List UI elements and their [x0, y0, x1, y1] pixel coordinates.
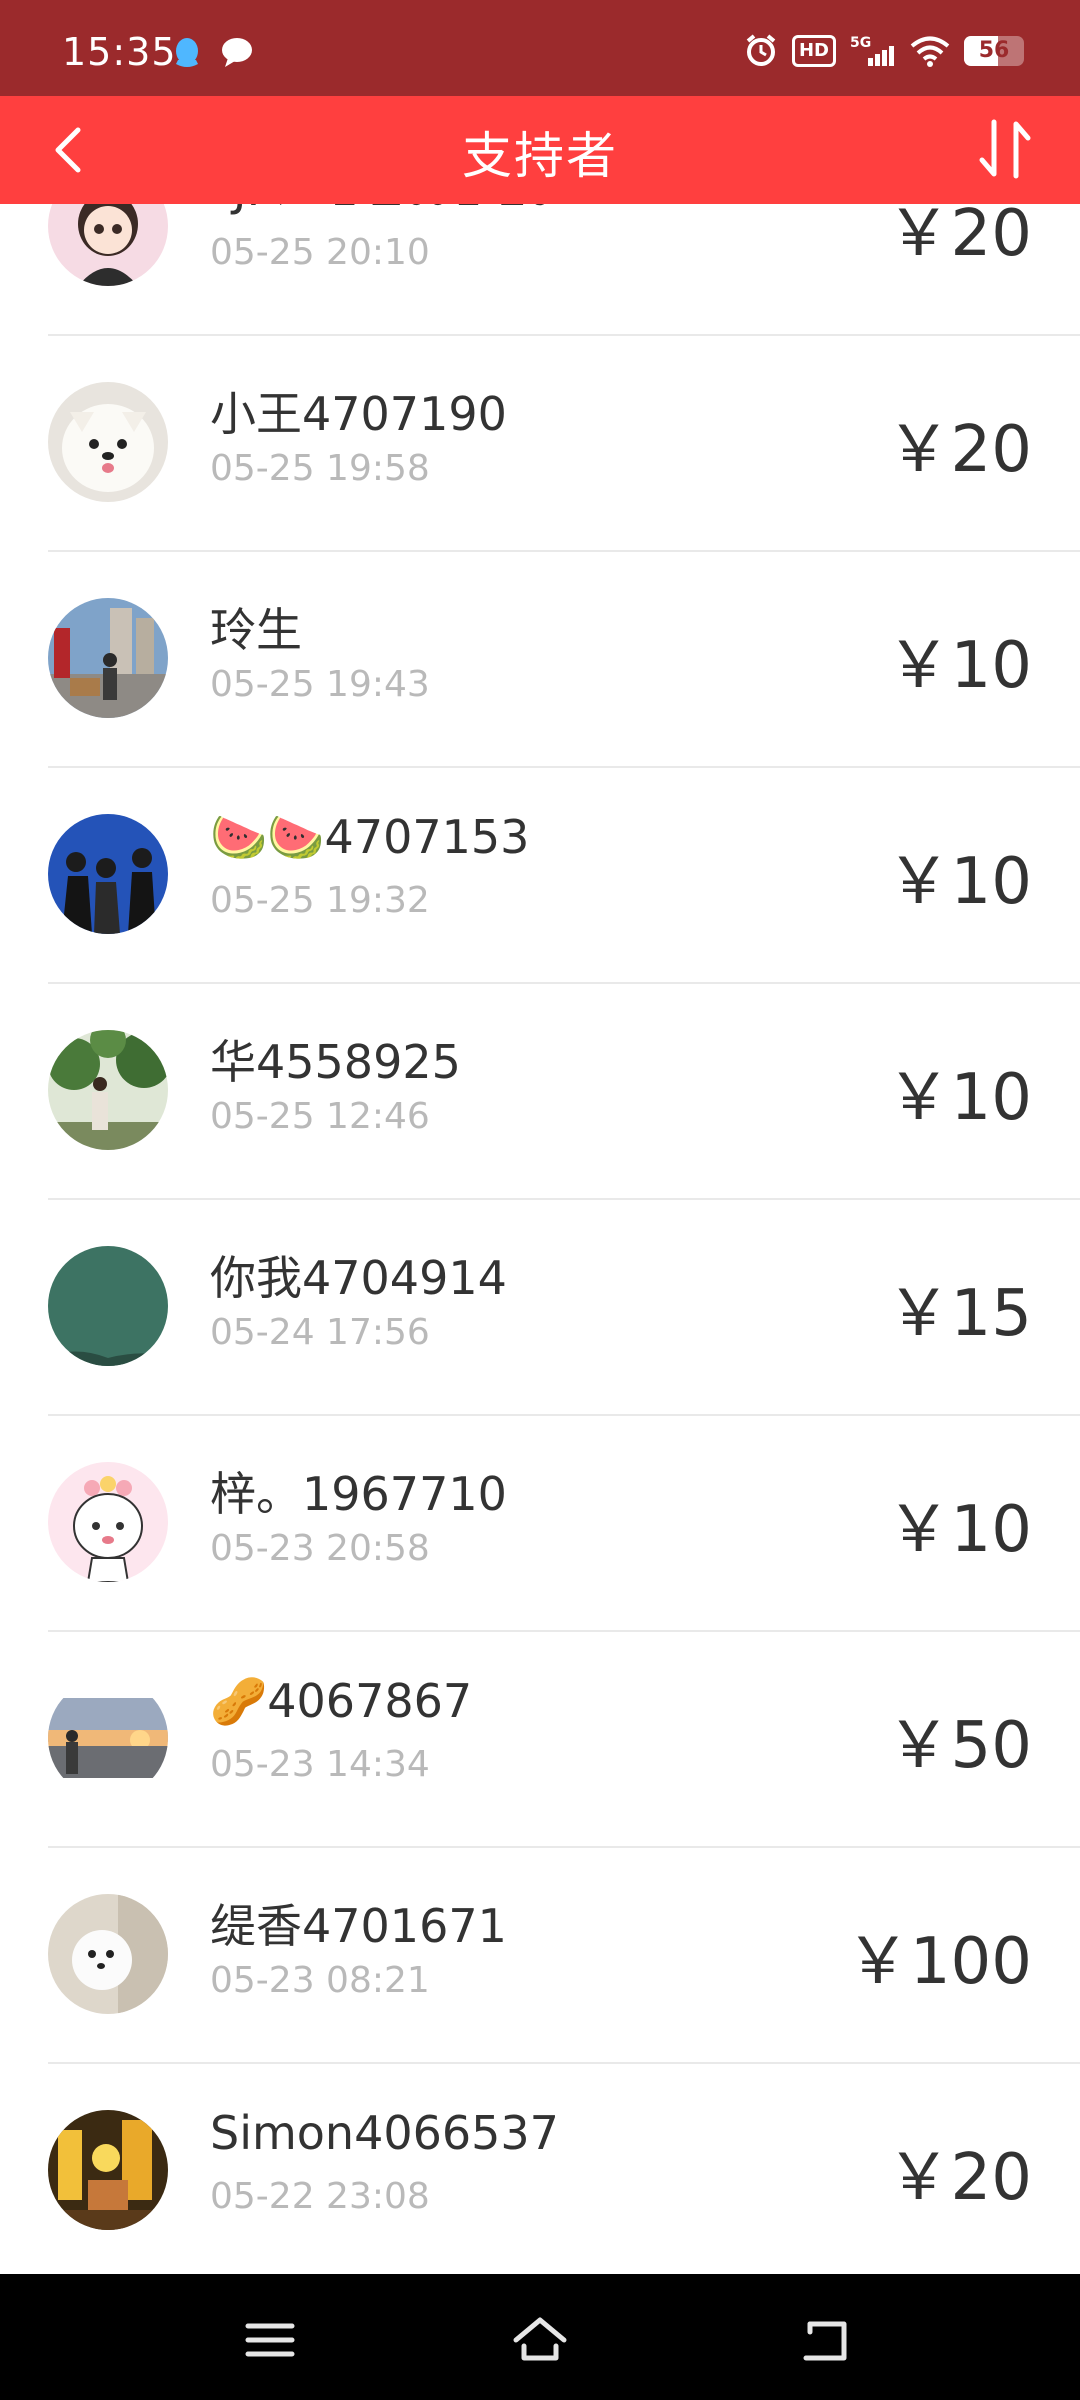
support-time: 05-22 23:08: [210, 2176, 430, 2217]
avatar: [48, 382, 168, 502]
avatar: [48, 1246, 168, 1366]
sort-icon[interactable]: [970, 114, 1040, 184]
support-time: 05-23 08:21: [210, 1960, 430, 2001]
support-time: 05-24 17:56: [210, 1312, 430, 1353]
support-time: 05-25 12:46: [210, 1096, 430, 1137]
list-item[interactable]: *JI♡*♛♟♬♛♞♪ 05-25 20:10 ￥20: [0, 204, 1080, 336]
list-item[interactable]: 缇香4701671 05-23 08:21 ￥100: [0, 1848, 1080, 2064]
support-time: 05-25 20:10: [210, 232, 430, 273]
list-item[interactable]: 梓。1967710 05-23 20:58 ￥10: [0, 1416, 1080, 1632]
support-amount: ￥10: [886, 1061, 1032, 1135]
supporter-name: 梓。1967710: [210, 1467, 507, 1521]
avatar: [48, 204, 168, 286]
page-title: 支持者: [462, 127, 618, 185]
support-time: 05-23 20:58: [210, 1528, 430, 1569]
list-item[interactable]: 小王4707190 05-25 19:58 ￥20: [0, 336, 1080, 552]
status-time: 15:35: [62, 30, 177, 74]
avatar: [48, 2110, 168, 2230]
avatar: [48, 1462, 168, 1582]
status-system-icons: HD 5G 56: [744, 34, 1024, 68]
support-amount: ￥10: [886, 845, 1032, 919]
status-bar: 15:35 HD 5G 56: [0, 0, 1080, 96]
supporter-name: Simon4066537: [210, 2106, 559, 2160]
battery-icon: 56: [964, 36, 1024, 66]
support-amount: ￥10: [886, 629, 1032, 703]
supporter-list[interactable]: *JI♡*♛♟♬♛♞♪ 05-25 20:10 ￥20 小王4707190 05…: [0, 204, 1080, 2274]
hd-badge: HD: [791, 35, 836, 67]
support-amount: ￥10: [886, 1493, 1032, 1567]
avatar: [48, 598, 168, 718]
support-time: 05-25 19:43: [210, 664, 430, 705]
list-item[interactable]: 你我4704914 05-24 17:56 ￥15: [0, 1200, 1080, 1416]
supporter-name: 小王4707190: [210, 387, 507, 441]
supporter-name: 你我4704914: [210, 1251, 507, 1305]
supporter-name: 玲生: [210, 603, 302, 657]
supporter-name: 缇香4701671: [210, 1899, 507, 1953]
list-item[interactable]: 🥜4067867 05-23 14:34 ￥50: [0, 1632, 1080, 1848]
avatar: [48, 1678, 168, 1798]
return-icon[interactable]: [796, 2310, 856, 2370]
wifi-icon: [910, 36, 950, 67]
chat-bubble-icon: [222, 38, 252, 67]
qq-penguin-icon: [176, 38, 198, 67]
support-amount: ￥20: [886, 204, 1032, 271]
avatar: [48, 1030, 168, 1150]
avatar: [48, 1894, 168, 2014]
battery-level: 56: [978, 38, 1010, 63]
avatar: [48, 814, 168, 934]
support-time: 05-23 14:34: [210, 1744, 430, 1785]
supporter-name: 🍉🍉4707153: [210, 810, 530, 864]
supporter-name: *JI♡*♛♟♬♛♞♪: [210, 204, 560, 216]
supporter-name: 🥜4067867: [210, 1674, 473, 1728]
app-bar: 支持者: [0, 96, 1080, 204]
network-type-label: 5G: [850, 35, 871, 51]
alarm-icon: [746, 34, 776, 66]
cell-signal-icon: 5G: [850, 35, 894, 66]
list-item[interactable]: 华4558925 05-25 12:46 ￥10: [0, 984, 1080, 1200]
support-amount: ￥100: [845, 1925, 1032, 1999]
home-icon[interactable]: [510, 2310, 570, 2370]
list-item[interactable]: 玲生 05-25 19:43 ￥10: [0, 552, 1080, 768]
list-item[interactable]: 🍉🍉4707153 05-25 19:32 ￥10: [0, 768, 1080, 984]
support-amount: ￥15: [886, 1277, 1032, 1351]
support-time: 05-25 19:32: [210, 880, 430, 921]
support-time: 05-25 19:58: [210, 448, 430, 489]
list-item[interactable]: Simon4066537 05-22 23:08 ￥20: [0, 2064, 1080, 2274]
system-nav-bar: [0, 2274, 1080, 2400]
support-amount: ￥50: [886, 1709, 1032, 1783]
status-notification-icons: [172, 36, 254, 70]
support-amount: ￥20: [886, 413, 1032, 487]
menu-icon[interactable]: [240, 2310, 300, 2370]
supporter-name: 华4558925: [210, 1035, 461, 1089]
support-amount: ￥20: [886, 2141, 1032, 2215]
